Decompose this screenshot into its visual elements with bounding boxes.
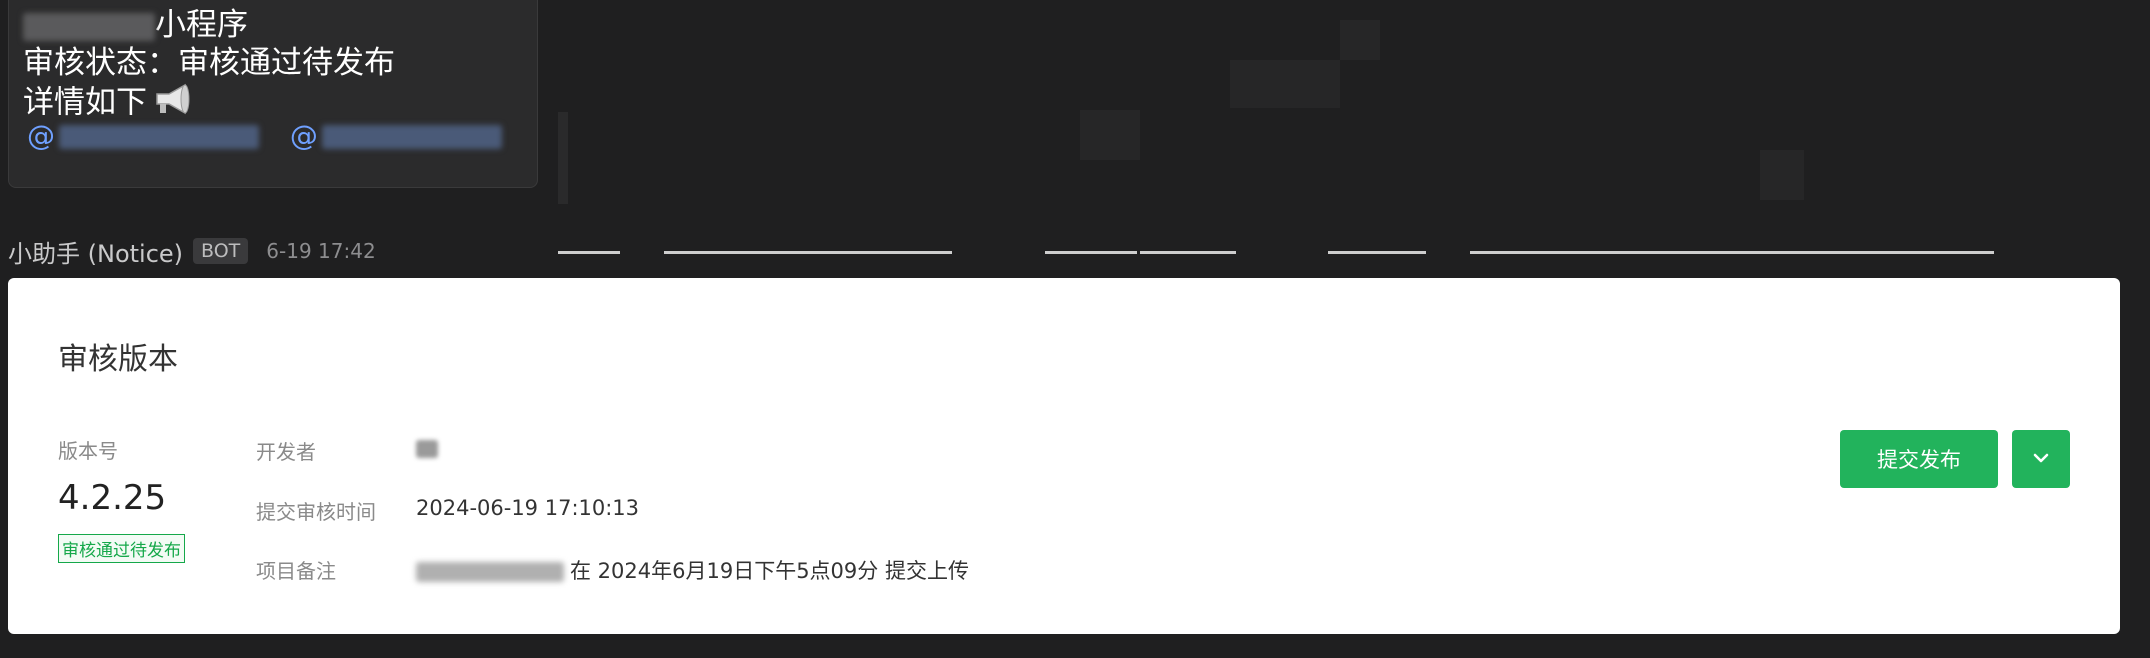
light-streak bbox=[1574, 251, 1708, 254]
mention-link[interactable]: @ bbox=[27, 119, 259, 152]
light-streak bbox=[768, 251, 860, 254]
mentions: @ @ bbox=[27, 119, 502, 152]
developer-label: 开发者 bbox=[256, 440, 316, 464]
light-streak bbox=[1045, 251, 1137, 254]
light-streak bbox=[860, 251, 952, 254]
more-options-button[interactable] bbox=[2012, 430, 2070, 488]
light-streak bbox=[1328, 251, 1378, 254]
mention-link[interactable]: @ bbox=[290, 119, 502, 152]
background-block bbox=[1760, 150, 1804, 200]
light-streak bbox=[1806, 251, 1904, 254]
sender-name[interactable]: 小助手 (Notice) bbox=[8, 234, 183, 269]
light-streak bbox=[558, 251, 620, 254]
message-line-1: 小程序 bbox=[23, 5, 248, 45]
light-streak bbox=[1140, 251, 1236, 254]
previous-message-bubble: 小程序 审核状态：审核通过待发布 详情如下 @ @ bbox=[8, 0, 538, 188]
light-streak bbox=[1708, 251, 1806, 254]
light-streak bbox=[1378, 251, 1426, 254]
background-block bbox=[1080, 110, 1140, 160]
background-block bbox=[1230, 60, 1340, 108]
background-block bbox=[1340, 20, 1380, 60]
remark-text: 在 2024年6月19日下午5点09分 提交上传 bbox=[570, 559, 969, 583]
status-badge: 审核通过待发布 bbox=[58, 534, 185, 563]
version-label: 版本号 bbox=[58, 439, 118, 463]
chevron-down-icon bbox=[2031, 451, 2051, 468]
submit-time-value: 2024-06-19 17:10:13 bbox=[416, 496, 640, 520]
remark-label: 项目备注 bbox=[256, 559, 336, 583]
submit-time-label: 提交审核时间 bbox=[256, 500, 376, 524]
divider bbox=[558, 112, 568, 204]
message-text: 小程序 bbox=[155, 7, 248, 43]
message-line-2: 审核状态：审核通过待发布 bbox=[23, 45, 395, 81]
remark-value: 在 2024年6月19日下午5点09分 提交上传 bbox=[416, 555, 969, 585]
version-number: 4.2.25 bbox=[58, 478, 167, 518]
light-streak bbox=[1470, 251, 1574, 254]
message-sender: 小助手 (Notice) BOT 6-19 17:42 bbox=[8, 234, 376, 268]
redacted-app-name bbox=[23, 12, 155, 41]
bot-badge: BOT bbox=[193, 238, 249, 264]
message-timestamp: 6-19 17:42 bbox=[266, 239, 376, 263]
light-streak bbox=[664, 251, 768, 254]
card-title: 审核版本 bbox=[58, 342, 178, 377]
light-streak bbox=[1904, 251, 1994, 254]
message-text: 详情如下 bbox=[23, 84, 147, 121]
publish-button[interactable]: 提交发布 bbox=[1840, 430, 1998, 488]
developer-value bbox=[416, 436, 438, 460]
review-version-card: 审核版本 版本号 4.2.25 审核通过待发布 开发者 提交审核时间 2024-… bbox=[8, 278, 2120, 634]
